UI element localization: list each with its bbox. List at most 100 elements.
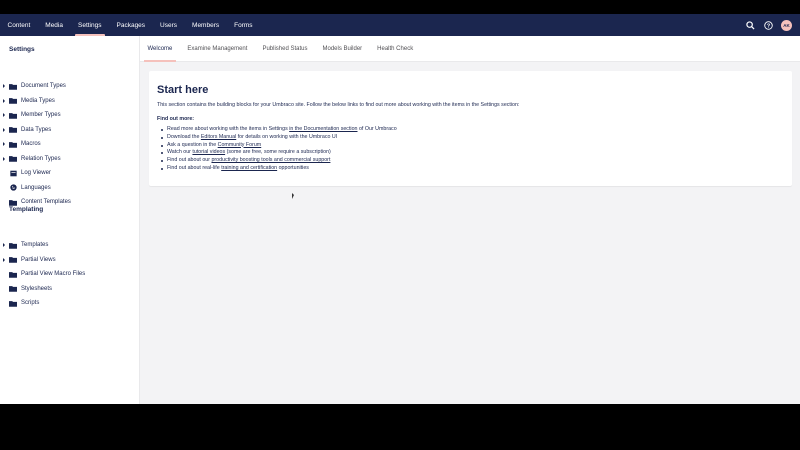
nav-item-settings[interactable]: Settings (71, 14, 110, 36)
tree-item-macros[interactable]: Macros (0, 138, 140, 150)
folder-icon (9, 97, 17, 105)
help-icon[interactable]: ? (763, 20, 773, 30)
list-item: Find out about real-life training and ce… (160, 165, 784, 173)
globe-icon (9, 184, 17, 192)
link-suffix-text: of Our Umbraco (357, 126, 397, 132)
tree-item-label: Partial Views (21, 256, 56, 263)
app-window: Content Media Settings Packages Users Members… (0, 14, 800, 404)
svg-text:?: ? (766, 23, 769, 29)
folder-icon (9, 270, 17, 278)
resource-link[interactable]: training and certification (221, 165, 277, 171)
folder-icon (9, 111, 17, 119)
resource-links-list: Read more about working with the items i… (157, 126, 784, 173)
nav-item-forms[interactable]: Forms (227, 14, 260, 36)
caret-right-icon[interactable] (3, 142, 5, 146)
tab-models-builder[interactable]: Models Builder (315, 36, 370, 62)
link-suffix-text: for details on working with the Umbraco … (236, 133, 338, 140)
intro-text: This section contains the building block… (157, 102, 520, 108)
caret-right-icon[interactable] (3, 127, 5, 132)
nav-item-packages[interactable]: Packages (109, 14, 153, 36)
tree-item-templates[interactable]: Templates (0, 239, 140, 251)
find-out-more-heading: Find out more: (157, 116, 195, 122)
folder-icon (9, 155, 17, 163)
link-prefix-text: Read more about working with the items i… (167, 126, 290, 132)
resource-link[interactable]: tutorial videos (192, 149, 225, 155)
folder-icon (9, 256, 17, 264)
settings-tabs: Welcome Examine Management Published Statu… (140, 36, 800, 62)
tree-item-log-viewer[interactable]: Log Viewer (0, 167, 140, 179)
list-item: Ask a question in the Community Forum (160, 142, 784, 150)
tree-item-member-types[interactable]: Member Types (0, 109, 140, 121)
caret-right-icon[interactable] (3, 98, 5, 103)
mouse-cursor-icon (292, 193, 294, 199)
tree-item-label: Document Types (21, 83, 66, 89)
tree-item-label: Relation Types (21, 155, 61, 162)
sidebar: Settings Document Types Media Types Member… (0, 36, 140, 404)
tree-item-label: Log Viewer (21, 170, 51, 176)
caret-right-icon[interactable] (3, 113, 5, 117)
section-nav: Content Media Settings Packages Users Members… (0, 14, 260, 36)
resource-link[interactable]: Community Forum (218, 142, 262, 148)
resource-link[interactable]: in the Documentation section (289, 126, 357, 132)
link-suffix-text: opportunities (277, 164, 309, 171)
tree-item-languages[interactable]: Languages (0, 182, 140, 194)
link-prefix-text: Find out about real-life (167, 164, 222, 171)
tree-item-label: Scripts (21, 300, 40, 306)
top-navigation-bar: Content Media Settings Packages Users Members… (0, 14, 800, 36)
tab-examine-management[interactable]: Examine Management (180, 36, 255, 62)
tree-item-data-types[interactable]: Data Types (0, 124, 140, 136)
tree-item-label: Macros (21, 141, 41, 147)
link-suffix-text: (some are free, some require a subscript… (225, 149, 331, 156)
tree-item-label: Content Templates (21, 199, 71, 205)
folder-icon (9, 241, 17, 249)
tree-item-label: Member Types (21, 112, 61, 118)
search-icon[interactable] (745, 20, 755, 30)
nav-item-content[interactable]: Content (0, 14, 38, 36)
resource-link[interactable]: Editors Manual (201, 134, 236, 140)
tree-item-label: Partial View Macro Files (21, 271, 86, 277)
caret-right-icon[interactable] (3, 84, 5, 88)
tree-item-scripts[interactable]: Scripts (0, 297, 140, 309)
list-item: Download the Editors Manual for details … (160, 134, 784, 142)
tree-item-media-types[interactable]: Media Types (0, 95, 140, 107)
welcome-card: Start here This section contains the bui… (149, 71, 792, 186)
folder-icon (9, 82, 17, 90)
folder-icon (9, 140, 17, 148)
tree-item-document-types[interactable]: Document Types (0, 80, 140, 92)
nav-item-users[interactable]: Users (153, 14, 185, 36)
tree-item-label: Stylesheets (21, 285, 53, 292)
folder-icon (9, 285, 17, 293)
settings-section-title: Settings (9, 46, 35, 53)
box-icon (9, 169, 17, 177)
tree-item-partial-views[interactable]: Partial Views (0, 254, 140, 266)
tree-item-label: Languages (21, 184, 51, 191)
resource-link[interactable]: productivity boosting tools and commerci… (211, 157, 330, 163)
tab-published-status[interactable]: Published Status (255, 36, 315, 62)
tree-item-relation-types[interactable]: Relation Types (0, 153, 140, 165)
list-item: Watch our tutorial videos (some are free… (160, 149, 784, 157)
nav-item-members[interactable]: Members (185, 14, 227, 36)
folder-icon (9, 126, 17, 134)
user-avatar[interactable]: AK (781, 19, 792, 31)
link-prefix-text: Find out about our (167, 157, 212, 164)
list-item: Read more about working with the items i… (160, 126, 784, 134)
link-prefix-text: Ask a question in the (167, 141, 218, 148)
tree-item-label: Media Types (21, 97, 55, 104)
caret-right-icon[interactable] (3, 257, 5, 262)
nav-item-media[interactable]: Media (38, 14, 71, 36)
link-prefix-text: Download the (167, 133, 201, 140)
page-title: Start here (157, 84, 209, 96)
tree-item-partial-view-macro-files[interactable]: Partial View Macro Files (0, 268, 140, 280)
caret-right-icon[interactable] (3, 243, 5, 247)
folder-icon (9, 299, 17, 307)
tree-item-label: Data Types (21, 126, 52, 133)
caret-right-icon[interactable] (3, 156, 5, 161)
templating-section-title: Templating (9, 206, 44, 213)
tab-welcome[interactable]: Welcome (140, 36, 180, 62)
list-item: Find out about our productivity boosting… (160, 157, 784, 165)
tree-item-stylesheets[interactable]: Stylesheets (0, 283, 140, 295)
tree-item-label: Templates (21, 242, 49, 248)
tab-health-check[interactable]: Health Check (370, 36, 421, 62)
folder-icon (9, 198, 17, 206)
link-prefix-text: Watch our (167, 149, 193, 156)
